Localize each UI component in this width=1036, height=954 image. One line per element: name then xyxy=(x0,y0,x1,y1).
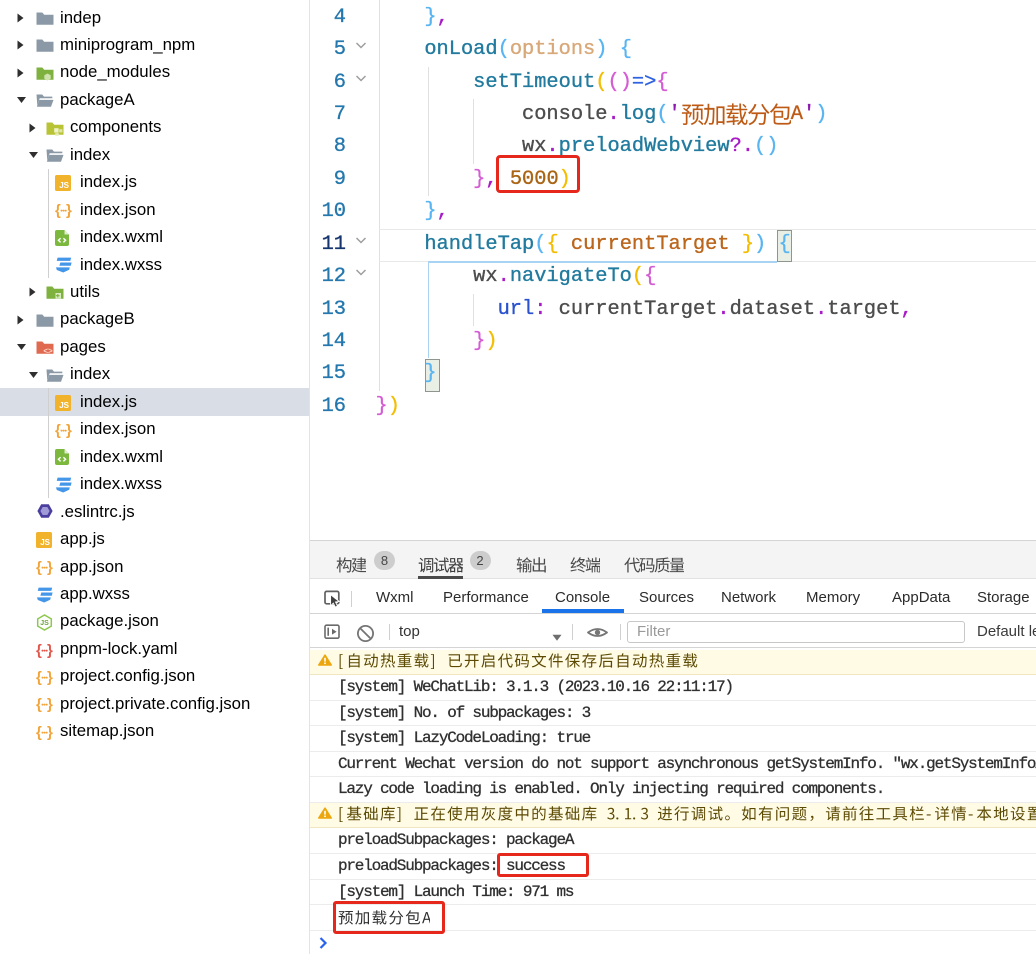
svg-text:{: { xyxy=(36,642,42,658)
svg-text:{: { xyxy=(36,559,42,575)
svg-text:{: { xyxy=(36,696,42,712)
svg-text:}: } xyxy=(66,202,72,218)
svg-text:}: } xyxy=(47,696,53,712)
svg-text:{: { xyxy=(36,724,42,740)
svg-text:JS: JS xyxy=(40,538,50,547)
svg-text:JS: JS xyxy=(59,181,69,190)
svg-text:JS: JS xyxy=(59,401,69,410)
svg-text:{: { xyxy=(55,202,61,218)
svg-text:}: } xyxy=(47,724,53,740)
svg-text:}: } xyxy=(47,559,53,575)
svg-text:}: } xyxy=(47,669,53,685)
svg-text:{: { xyxy=(55,422,61,438)
svg-text:<>: <> xyxy=(43,347,53,356)
svg-text:}: } xyxy=(66,422,72,438)
svg-text:JS: JS xyxy=(40,620,49,627)
svg-text:}: } xyxy=(47,642,53,658)
svg-text:{: { xyxy=(36,669,42,685)
